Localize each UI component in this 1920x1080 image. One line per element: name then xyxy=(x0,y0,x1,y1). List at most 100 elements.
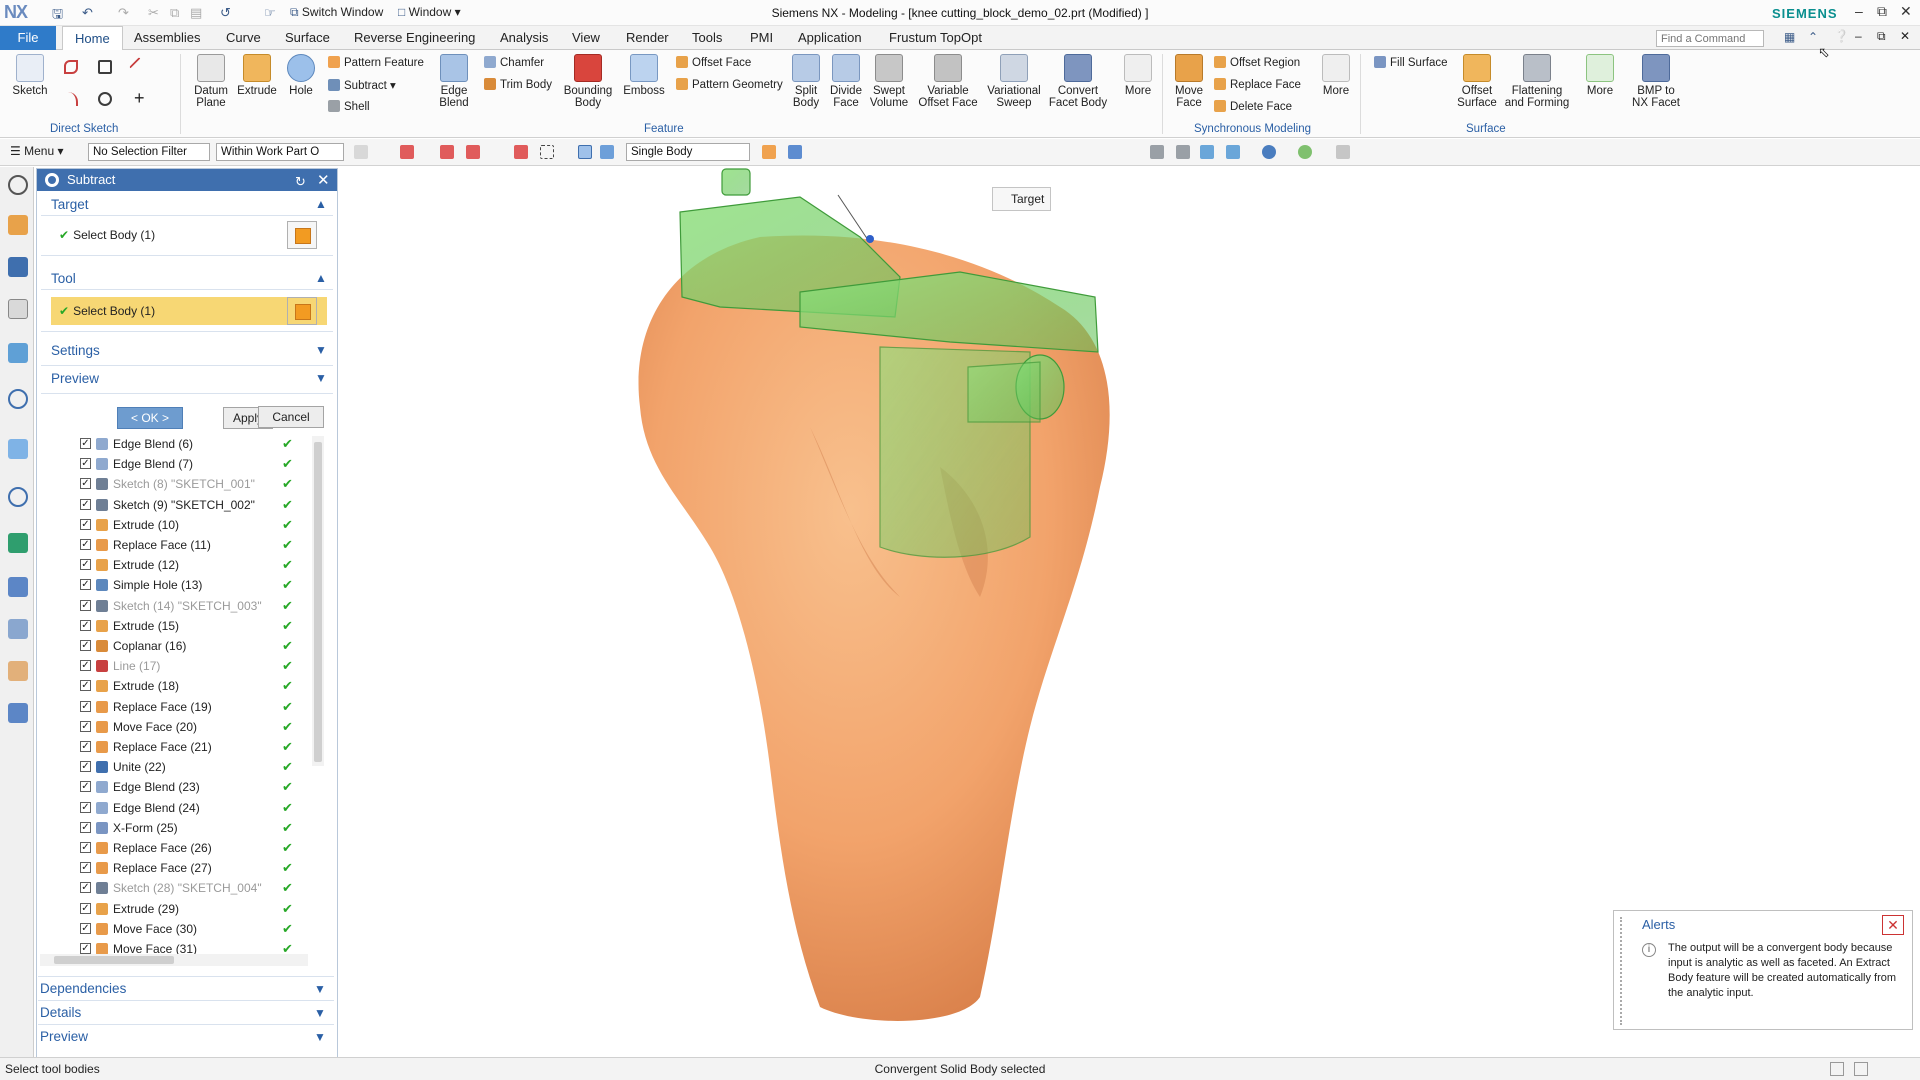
visibility-checkbox[interactable]: ✓ xyxy=(80,882,91,894)
navigator-row[interactable]: ✓ Sketch (8) "SKETCH_001" ✔ xyxy=(40,474,310,494)
snap-point-icon[interactable] xyxy=(762,145,776,159)
close-icon[interactable]: ✕ xyxy=(317,170,330,192)
visibility-checkbox[interactable]: ✓ xyxy=(80,478,91,490)
rotate-icon[interactable] xyxy=(1200,145,1214,159)
render-style-icon[interactable] xyxy=(1262,145,1276,159)
visibility-checkbox[interactable]: ✓ xyxy=(80,720,91,732)
delete-face-button[interactable]: Delete Face xyxy=(1214,100,1292,113)
preview-section-title[interactable]: Preview xyxy=(51,371,99,386)
tab-render[interactable]: Render xyxy=(626,30,669,45)
sync-more-button[interactable]: More xyxy=(1316,54,1356,97)
quick-access-icon[interactable]: ▦ xyxy=(1784,30,1795,44)
tab-frustum-topopt[interactable]: Frustum TopOpt xyxy=(889,30,982,45)
profile-icon[interactable] xyxy=(64,60,78,74)
visibility-checkbox[interactable]: ✓ xyxy=(80,842,91,853)
navigator-row[interactable]: ✓ Replace Face (19) ✔ xyxy=(40,697,310,717)
cancel-button[interactable]: Cancel xyxy=(258,406,324,428)
selection-scope-dropdown[interactable]: Within Work Part O xyxy=(216,143,344,161)
navigator-row[interactable]: ✓ Edge Blend (23) ✔ xyxy=(40,777,310,797)
arc-icon[interactable] xyxy=(64,92,78,106)
split-body-button[interactable]: Split Body xyxy=(786,54,826,109)
edge-blend-button[interactable]: Edge Blend xyxy=(432,54,476,109)
visibility-checkbox[interactable]: ✓ xyxy=(80,922,91,934)
trim-body-button[interactable]: Trim Body xyxy=(484,78,552,91)
reset-icon[interactable]: ↻ xyxy=(295,171,306,193)
ok-button[interactable]: < OK > xyxy=(117,407,183,429)
navigator-row[interactable]: ✓ Sketch (28) "SKETCH_004" ✔ xyxy=(40,878,310,898)
visibility-checkbox[interactable]: ✓ xyxy=(80,801,91,813)
view-icon[interactable] xyxy=(1150,145,1164,159)
doc-close-icon[interactable]: ✕ xyxy=(1900,29,1910,43)
visibility-checkbox[interactable]: ✓ xyxy=(80,761,91,773)
navigator-row[interactable]: ✓ Sketch (14) "SKETCH_003" ✔ xyxy=(40,596,310,616)
section-view-icon[interactable] xyxy=(1336,145,1350,159)
navigator-row[interactable]: ✓ Line (17) ✔ xyxy=(40,656,310,676)
target-label[interactable]: Target xyxy=(992,187,1052,211)
drag-handle[interactable] xyxy=(1620,917,1626,1025)
selection-filter-dropdown[interactable]: No Selection Filter xyxy=(88,143,210,161)
flattening-forming-button[interactable]: Flattening and Forming xyxy=(1502,54,1572,109)
pattern-feature-button[interactable]: Pattern Feature xyxy=(328,56,424,69)
visibility-checkbox[interactable]: ✓ xyxy=(80,640,91,651)
visibility-checkbox[interactable]: ✓ xyxy=(80,599,91,611)
reuse-library-icon[interactable] xyxy=(8,343,28,363)
selection-handle[interactable] xyxy=(866,235,874,243)
dependencies-section[interactable]: Dependencies ▼ xyxy=(38,976,334,1000)
touch-mode-icon[interactable]: ☞ xyxy=(264,5,276,21)
offset-surface-button[interactable]: Offset Surface xyxy=(1454,54,1500,109)
select-features-icon[interactable] xyxy=(466,145,480,159)
navigator-row[interactable]: ✓ Move Face (30) ✔ xyxy=(40,919,310,939)
solid-select-icon[interactable] xyxy=(600,145,614,159)
visibility-checkbox[interactable]: ✓ xyxy=(80,458,91,470)
history-icon[interactable] xyxy=(8,439,28,459)
navigator-row[interactable]: ✓ Simple Hole (13) ✔ xyxy=(40,575,310,595)
hole-button[interactable]: Hole xyxy=(282,54,320,97)
command-search-input[interactable] xyxy=(1656,30,1764,47)
tab-home[interactable]: Home xyxy=(62,26,123,51)
variable-offset-face-button[interactable]: Variable Offset Face xyxy=(914,54,982,109)
bounding-body-button[interactable]: Bounding Body xyxy=(560,54,616,109)
part-navigator-icon[interactable] xyxy=(8,215,28,235)
visibility-checkbox[interactable]: ✓ xyxy=(80,660,91,672)
replace-face-button[interactable]: Replace Face xyxy=(1214,78,1301,91)
pattern-geometry-button[interactable]: Pattern Geometry xyxy=(676,78,783,91)
tab-tools[interactable]: Tools xyxy=(692,30,722,45)
visibility-checkbox[interactable]: ✓ xyxy=(80,862,91,874)
navigator-row[interactable]: ✓ X-Form (25) ✔ xyxy=(40,818,310,838)
tab-reverse-engineering[interactable]: Reverse Engineering xyxy=(354,30,475,45)
visibility-checkbox[interactable]: ✓ xyxy=(80,741,91,752)
navigator-row[interactable]: ✓ Replace Face (26) ✔ xyxy=(40,838,310,858)
visibility-checkbox[interactable]: ✓ xyxy=(80,943,91,954)
point-icon[interactable]: + xyxy=(134,88,145,109)
visibility-checkbox[interactable]: ✓ xyxy=(80,579,91,591)
navigator-row[interactable]: ✓ Extrude (18) ✔ xyxy=(40,676,310,696)
navigator-row[interactable]: ✓ Edge Blend (24) ✔ xyxy=(40,798,310,818)
move-face-button[interactable]: Move Face xyxy=(1168,54,1210,109)
gear-icon[interactable] xyxy=(45,173,59,187)
navigator-scrollbar[interactable] xyxy=(312,436,324,766)
tab-file[interactable]: File xyxy=(0,26,56,50)
tab-view[interactable]: View xyxy=(572,30,600,45)
doc-restore-icon[interactable]: ⧉ xyxy=(1877,29,1886,44)
chamfer-button[interactable]: Chamfer xyxy=(484,56,544,69)
extrude-button[interactable]: Extrude xyxy=(236,54,278,97)
tool-select-body[interactable]: ✔ Select Body (1) xyxy=(51,297,327,325)
chevron-down-icon[interactable]: ▼ xyxy=(315,343,327,357)
scroll-thumb[interactable] xyxy=(54,956,174,964)
system-materials-icon[interactable] xyxy=(8,533,28,553)
menu-button[interactable]: ☰ Menu ▾ xyxy=(10,144,63,158)
manufacturing-wizards-icon[interactable] xyxy=(8,619,28,639)
tab-curve[interactable]: Curve xyxy=(226,30,261,45)
repeat-command-icon[interactable]: ↺ xyxy=(220,5,231,21)
feature-more-button[interactable]: More xyxy=(1118,54,1158,97)
surface-more-button[interactable]: More xyxy=(1580,54,1620,97)
details-section[interactable]: Details ▼ xyxy=(38,1000,334,1024)
assembly-navigator-icon[interactable] xyxy=(8,257,28,277)
navigator-row[interactable]: ✓ Extrude (15) ✔ xyxy=(40,616,310,636)
fit-icon[interactable] xyxy=(1176,145,1190,159)
tab-surface[interactable]: Surface xyxy=(285,30,330,45)
roles-icon[interactable] xyxy=(8,661,28,681)
select-faces-icon[interactable] xyxy=(400,145,414,159)
chevron-down-icon[interactable]: ▼ xyxy=(315,371,327,385)
visibility-checkbox[interactable]: ✓ xyxy=(80,902,91,914)
